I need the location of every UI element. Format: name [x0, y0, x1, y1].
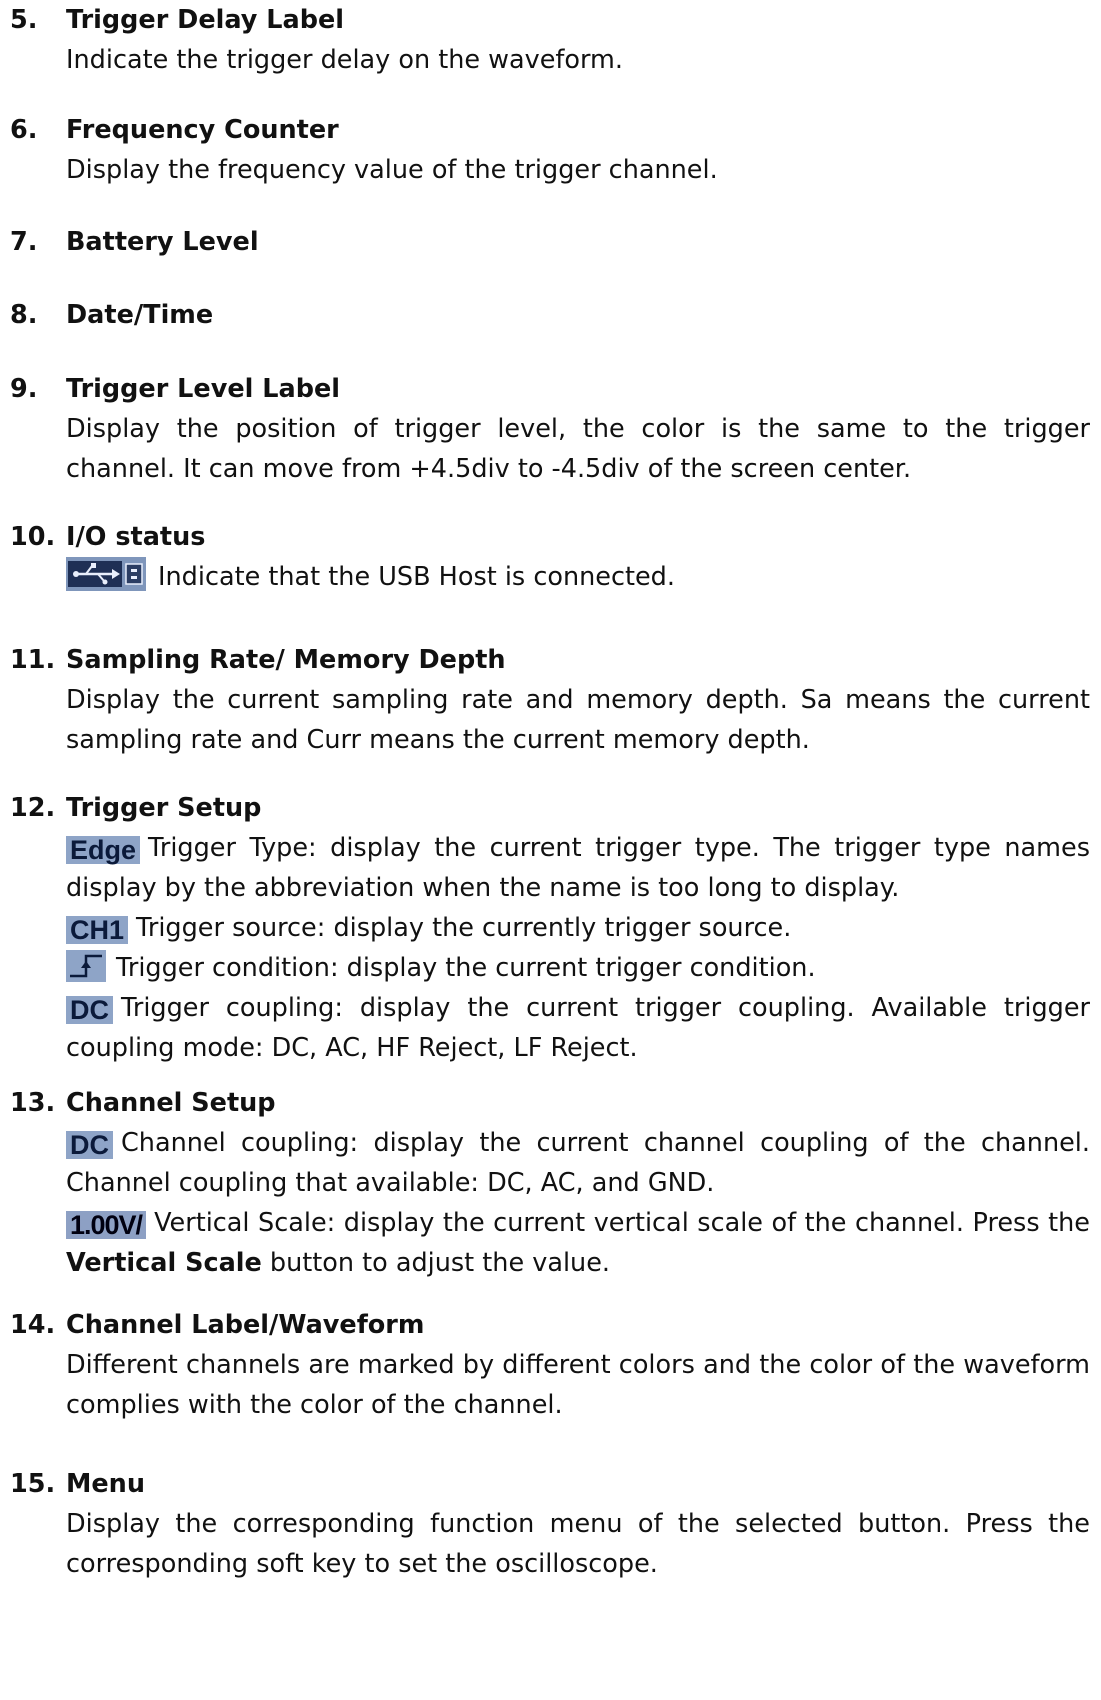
list-item-channel-label-waveform: 14. Channel Label/Waveform Different cha…	[10, 1305, 1090, 1425]
list-item-date-time: 8. Date/Time	[10, 295, 1090, 335]
list-item-frequency-counter: 6. Frequency Counter Display the frequen…	[10, 110, 1090, 190]
item-number: 10.	[10, 522, 56, 552]
io-status-line: Indicate that the USB Host is connected.	[66, 557, 1090, 597]
list-item-trigger-setup: 12. Trigger Setup Edge Trigger Type: disp…	[10, 788, 1090, 1068]
list-item-trigger-delay-label: 5. Trigger Delay Label Indicate the trig…	[10, 0, 1090, 80]
item-number: 14.	[10, 1310, 56, 1340]
item-number: 7.	[10, 227, 38, 257]
item-title: Channel Label/Waveform	[66, 1310, 425, 1340]
trigger-source-badge: CH1	[66, 916, 129, 944]
trigger-condition-line: Trigger condition: display the current t…	[66, 948, 1090, 988]
item-description: Indicate the trigger delay on the wavefo…	[66, 45, 623, 75]
trigger-coupling-badge: DC	[66, 996, 113, 1024]
item-title: Date/Time	[66, 300, 214, 330]
list-item-io-status: 10. I/O status Indicate that the USB Hos…	[10, 517, 1090, 597]
io-status-description: Indicate that the USB Host is connected.	[158, 562, 675, 592]
item-number: 9.	[10, 374, 38, 404]
vertical-scale-line: 1.00V/Vertical Scale: display the curren…	[66, 1203, 1090, 1283]
trigger-source-line: CH1 Trigger source: display the currently…	[66, 908, 1090, 948]
item-title: Trigger Delay Label	[66, 5, 345, 35]
item-title: Trigger Level Label	[66, 374, 340, 404]
usb-host-icon	[66, 557, 146, 591]
list-item-channel-setup: 13. Channel Setup DC Channel coupling: di…	[10, 1083, 1090, 1283]
item-number: 13.	[10, 1088, 56, 1118]
item-title: Sampling Rate/ Memory Depth	[66, 645, 506, 675]
trigger-coupling-description: Trigger coupling: display the current tr…	[66, 993, 1090, 1063]
vertical-scale-button-name: Vertical Scale	[66, 1248, 262, 1278]
item-number: 5.	[10, 5, 38, 35]
trigger-condition-description: Trigger condition: display the current t…	[116, 953, 816, 983]
item-title: Battery Level	[66, 227, 259, 257]
item-number: 6.	[10, 115, 38, 145]
vertical-scale-badge: 1.00V/	[66, 1211, 147, 1239]
rising-edge-icon	[66, 950, 106, 982]
trigger-type-badge: Edge	[66, 836, 141, 864]
list-item-sampling-rate-memory-depth: 11. Sampling Rate/ Memory Depth Display …	[10, 640, 1090, 760]
item-description: Display the position of trigger level, t…	[66, 414, 1090, 484]
item-description: Different channels are marked by differe…	[66, 1350, 1090, 1420]
channel-coupling-line: DC Channel coupling: display the current …	[66, 1123, 1090, 1203]
item-description: Display the current sampling rate and me…	[66, 685, 1090, 755]
list-item-menu: 15. Menu Display the corresponding funct…	[10, 1464, 1090, 1584]
channel-coupling-badge: DC	[66, 1131, 113, 1159]
item-title: Trigger Setup	[66, 793, 262, 823]
vertical-scale-description-end: button to adjust the value.	[269, 1248, 611, 1278]
trigger-type-line: Edge Trigger Type: display the current tr…	[66, 828, 1090, 908]
item-title: Channel Setup	[66, 1088, 276, 1118]
item-title: Menu	[66, 1469, 145, 1499]
channel-coupling-description: Channel coupling: display the current ch…	[66, 1128, 1090, 1198]
item-number: 12.	[10, 793, 56, 823]
item-description: Display the corresponding function menu …	[66, 1509, 1090, 1579]
item-number: 15.	[10, 1469, 56, 1499]
list-item-battery-level: 7. Battery Level	[10, 222, 1090, 262]
item-number: 11.	[10, 645, 56, 675]
item-title: I/O status	[66, 522, 206, 552]
item-title: Frequency Counter	[66, 115, 339, 145]
item-description: Display the frequency value of the trigg…	[66, 155, 718, 185]
trigger-coupling-line: DC Trigger coupling: display the current …	[66, 988, 1090, 1068]
item-number: 8.	[10, 300, 38, 330]
trigger-type-description: Trigger Type: display the current trigge…	[66, 833, 1090, 903]
trigger-source-description: Trigger source: display the currently tr…	[136, 913, 792, 943]
list-item-trigger-level-label: 9. Trigger Level Label Display the posit…	[10, 369, 1090, 489]
vertical-scale-description: Vertical Scale: display the current vert…	[154, 1208, 1090, 1238]
